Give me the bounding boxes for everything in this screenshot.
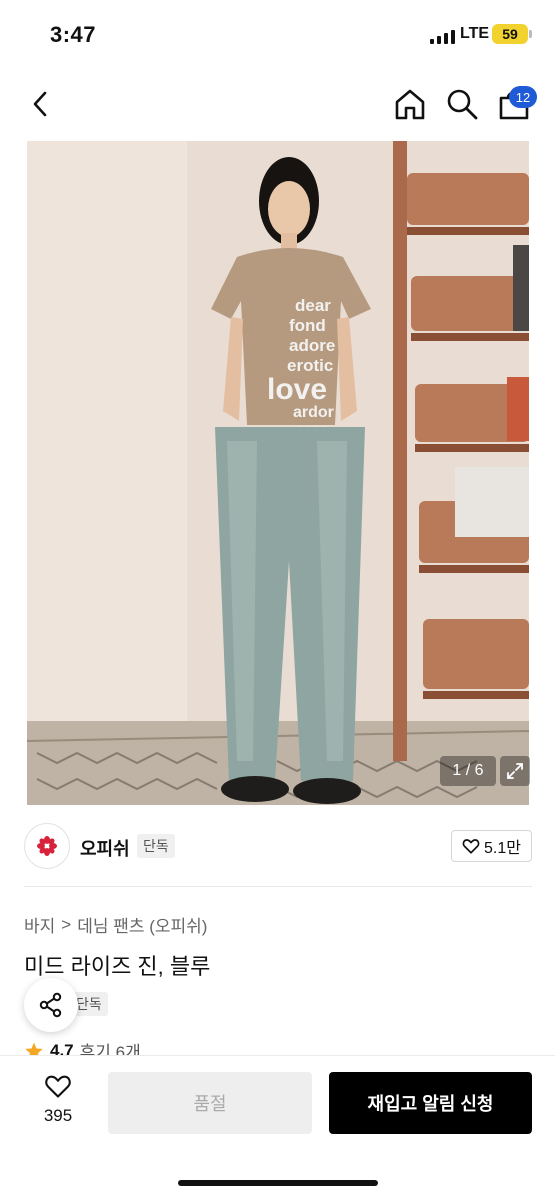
battery-icon: 59: [492, 24, 528, 44]
product-image[interactable]: dear fond adore erotic love ardor care: [27, 141, 529, 805]
home-indicator: [178, 1180, 378, 1186]
shirt-word: adore: [289, 336, 335, 355]
flower-logo-icon: [37, 836, 57, 856]
brand-like-count: 5.1만: [484, 840, 521, 857]
expand-image-button[interactable]: [500, 756, 530, 786]
battery-tip: [529, 30, 532, 38]
product-title: 미드 라이즈 진, 블루: [24, 954, 211, 979]
bottom-action-bar: 395 품절 재입고 알림 신청: [0, 1055, 555, 1200]
breadcrumb: 바지 > 데님 팬츠 (오피쉬): [24, 912, 207, 937]
heart-icon: [462, 839, 480, 854]
network-label: LTE: [460, 25, 490, 42]
expand-icon: [507, 763, 523, 779]
brand-row: 오피쉬 단독 5.1만: [0, 820, 555, 880]
search-icon: [447, 89, 478, 120]
breadcrumb-separator: >: [61, 914, 72, 934]
chevron-left-icon: [33, 91, 47, 117]
brand-like-button[interactable]: 5.1만: [451, 830, 532, 862]
shirt-word: ardor: [293, 404, 334, 421]
back-button[interactable]: [24, 88, 56, 120]
signal-icon: [430, 28, 455, 44]
wishlist-button[interactable]: 395: [36, 1072, 80, 1126]
brand-name[interactable]: 오피쉬: [80, 835, 130, 861]
cart-count-badge: 12: [509, 86, 537, 108]
top-nav: [0, 70, 555, 140]
breadcrumb-subcategory[interactable]: 데님 팬츠 (오피쉬): [77, 912, 207, 937]
soldout-button: 품절: [108, 1072, 312, 1134]
image-counter: 1 / 6: [440, 756, 496, 786]
wishlist-count: 395: [43, 1106, 73, 1125]
brand-exclusive-tag: 단독: [137, 834, 175, 858]
shirt-word: fond: [289, 316, 326, 335]
search-button[interactable]: [444, 86, 480, 122]
share-button[interactable]: [24, 978, 78, 1032]
status-time: 3:47: [50, 22, 97, 47]
home-button[interactable]: [392, 86, 428, 122]
brand-logo[interactable]: [24, 823, 70, 869]
restock-alert-button[interactable]: 재입고 알림 신청: [329, 1072, 532, 1134]
breadcrumb-category[interactable]: 바지: [24, 912, 55, 937]
product-photo: dear fond adore erotic love ardor care: [27, 141, 529, 805]
heart-icon: [45, 1075, 71, 1098]
status-bar: 3:47 LTE 59: [0, 0, 555, 70]
shirt-word: dear: [295, 296, 331, 315]
home-icon: [395, 89, 425, 120]
share-icon: [39, 992, 62, 1018]
divider: [24, 886, 532, 887]
shirt-word: love: [267, 373, 327, 406]
